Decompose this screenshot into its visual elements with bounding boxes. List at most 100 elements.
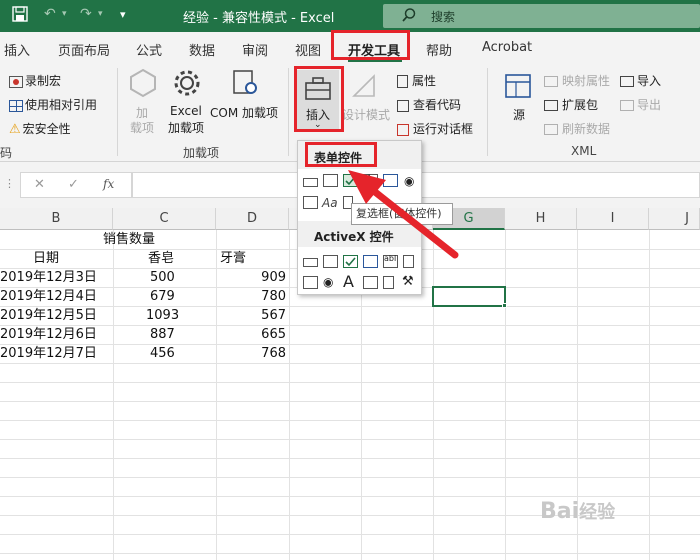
run-dialog-label: 运行对话框 (413, 122, 474, 136)
column-header-b[interactable]: B (0, 208, 113, 230)
tab-page-layout[interactable]: 页面布局 (58, 40, 110, 59)
design-mode-label: 设计模式 (342, 108, 391, 122)
tab-review[interactable]: 审阅 (242, 40, 268, 59)
macro-security-button[interactable]: ⚠ 宏安全性 (9, 120, 71, 137)
cancel-icon[interactable]: ✕ (34, 177, 45, 192)
xml-source-button[interactable]: 源 (500, 70, 536, 132)
map-properties-label: 映射属性 (562, 74, 611, 88)
fill-handle[interactable] (502, 303, 507, 308)
use-relative-references-button[interactable]: 使用相对引用 (9, 96, 97, 113)
redo-icon[interactable]: ↷ (80, 6, 92, 22)
table-cell-toothpaste[interactable]: 665 (216, 325, 286, 344)
macro-security-label: 宏安全性 (22, 122, 71, 136)
table-cell-toothpaste[interactable]: 567 (216, 306, 286, 325)
design-mode-button[interactable]: 设计模式 (342, 70, 390, 132)
combo-box-control-icon[interactable] (323, 174, 338, 187)
view-code-button[interactable]: 查看代码 (397, 96, 461, 113)
expansion-packs-icon (544, 100, 558, 111)
gridline (0, 420, 700, 421)
import-button[interactable]: 导入 (620, 72, 661, 89)
tab-formulas[interactable]: 公式 (136, 40, 162, 59)
import-icon (620, 76, 634, 87)
excel-addins-button[interactable]: Excel 加载项 (168, 68, 206, 138)
enter-icon[interactable]: ✓ (68, 177, 79, 192)
column-header-c[interactable]: C (113, 208, 216, 230)
gear-icon (174, 70, 200, 96)
grid-icon (9, 99, 23, 112)
refresh-icon (544, 124, 558, 135)
activex-image-icon[interactable] (363, 276, 378, 289)
activex-button-icon[interactable] (303, 258, 318, 267)
table-cell-toothpaste[interactable]: 780 (216, 287, 286, 306)
table-title-cell[interactable]: 销售数量 (103, 230, 155, 249)
more-controls-tools-icon[interactable]: ⚒ (402, 274, 414, 289)
table-cell-toothpaste[interactable]: 909 (216, 268, 286, 287)
gridline (0, 496, 700, 497)
group-box-control-icon[interactable] (303, 196, 318, 209)
tab-data[interactable]: 数据 (189, 40, 215, 59)
header-cell-soap[interactable]: 香皂 (148, 249, 174, 268)
customize-toolbar-icon[interactable]: ▾ (120, 8, 126, 21)
header-cell-date[interactable]: 日期 (33, 249, 59, 268)
gridline (0, 382, 700, 383)
column-header-d[interactable]: D (216, 208, 289, 230)
record-macro-icon (9, 75, 23, 88)
tab-view[interactable]: 视图 (295, 40, 321, 59)
table-cell-toothpaste[interactable]: 768 (216, 344, 286, 363)
tab-help[interactable]: 帮助 (426, 40, 452, 59)
addins-label-2: 载项 (130, 121, 155, 135)
table-cell-soap[interactable]: 679 (150, 287, 175, 306)
selected-cell[interactable] (432, 286, 506, 307)
undo-dropdown-icon[interactable]: ▾ (62, 9, 67, 19)
group-label-xml: XML (571, 144, 597, 158)
table-cell-soap[interactable]: 887 (150, 325, 175, 344)
header-cell-toothpaste[interactable]: 牙膏 (220, 249, 246, 268)
activex-spin-button-icon[interactable] (303, 276, 318, 289)
button-control-icon[interactable] (303, 178, 318, 187)
excel-addins-label-2: 加载项 (168, 121, 205, 135)
insert-function-icon[interactable]: fx (103, 177, 114, 191)
activex-label-icon[interactable]: A (343, 272, 354, 291)
addins-button[interactable]: 加 载项 (128, 68, 160, 138)
table-cell-soap[interactable]: 500 (150, 268, 175, 287)
column-header-j[interactable]: J (649, 208, 700, 230)
activex-combo-box-icon[interactable] (323, 255, 338, 268)
group-label-code: 码 (0, 146, 13, 160)
table-cell-soap[interactable]: 456 (150, 344, 175, 363)
activex-option-button-icon[interactable]: ◉ (323, 275, 333, 289)
table-cell-date[interactable]: 2019年12月4日 (0, 287, 97, 306)
table-cell-date[interactable]: 2019年12月6日 (0, 325, 97, 344)
table-cell-date[interactable]: 2019年12月7日 (0, 344, 97, 363)
name-box-handle-icon[interactable]: ⋮ (4, 177, 15, 190)
activex-toggle-button-icon[interactable] (383, 276, 394, 289)
tab-insert[interactable]: 插入 (4, 40, 30, 59)
table-cell-soap[interactable]: 1093 (146, 306, 179, 325)
run-dialog-button[interactable]: 运行对话框 (397, 120, 473, 137)
title-bar: ↶ ▾ ↷ ▾ ▾ 经验 - 兼容性模式 - Excel 搜索 (0, 0, 700, 32)
gridline (0, 325, 700, 326)
label-control-icon[interactable]: Aa (322, 196, 338, 210)
map-properties-button[interactable]: 映射属性 (544, 72, 610, 89)
tab-acrobat[interactable]: Acrobat (482, 40, 532, 55)
redo-dropdown-icon[interactable]: ▾ (98, 9, 103, 19)
search-box[interactable]: 搜索 (383, 4, 700, 28)
properties-button[interactable]: 属性 (397, 72, 436, 89)
undo-icon[interactable]: ↶ (44, 6, 56, 22)
refresh-data-button[interactable]: 刷新数据 (544, 120, 610, 137)
gridline (0, 363, 700, 364)
record-macro-button[interactable]: 录制宏 (9, 72, 61, 89)
expansion-packs-button[interactable]: 扩展包 (544, 96, 598, 113)
column-header-h[interactable]: H (505, 208, 577, 230)
com-addins-button[interactable]: COM 加载项 (210, 68, 280, 138)
column-header-i[interactable]: I (577, 208, 649, 230)
source-icon (505, 74, 531, 98)
window-title: 经验 - 兼容性模式 - Excel (183, 11, 335, 26)
ribbon-separator (288, 68, 289, 156)
search-placeholder: 搜索 (431, 10, 456, 24)
save-icon[interactable] (12, 6, 28, 26)
baidu-watermark: Bai经验 (540, 499, 616, 524)
warning-icon: ⚠ (9, 122, 21, 137)
table-cell-date[interactable]: 2019年12月3日 (0, 268, 97, 287)
table-cell-date[interactable]: 2019年12月5日 (0, 306, 97, 325)
export-button[interactable]: 导出 (620, 96, 661, 113)
